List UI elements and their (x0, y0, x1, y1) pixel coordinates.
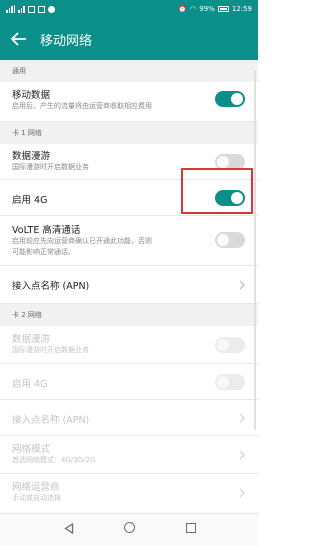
row-title: VoLTE 高清通话 (12, 225, 81, 236)
enable-4g-sim2-toggle[interactable] (215, 374, 245, 390)
nav-recent-apps-icon[interactable] (186, 523, 196, 533)
clock: 12:59 (231, 5, 252, 13)
row-mobile-data[interactable]: 移动数据 启用后，产生的流量将由运营商收取相应费用 (0, 82, 258, 122)
nav-home-icon[interactable] (124, 522, 135, 533)
scrollbar[interactable] (254, 70, 256, 430)
row-title: 网络运营商 (12, 482, 60, 493)
data-roaming-sim2-toggle[interactable] (215, 337, 245, 353)
arrow-left-icon (11, 32, 26, 46)
row-subtitle: 首选网络模式：4G/3G/2G (12, 456, 96, 464)
row-title: 接入点名称 (APN) (12, 415, 90, 426)
row-subtitle-line2: 可能影响正常通话。 (12, 248, 75, 256)
row-title: 数据漫游 (12, 151, 51, 162)
row-subtitle: 手动或自动选择 (12, 494, 61, 502)
row-enable-4g-sim2[interactable]: 启用 4G (0, 364, 258, 400)
navigation-bar (0, 513, 258, 546)
wifi-icon: ◠ (190, 5, 197, 13)
status-icons-left (6, 5, 55, 13)
section-header-sim1: 卡 1 网络 (0, 122, 258, 144)
highlight-box (181, 168, 253, 214)
image-notification-icon (27, 5, 35, 13)
row-title: 网络模式 (12, 444, 51, 455)
row-apn-sim1[interactable]: 接入点名称 (APN) (0, 266, 258, 304)
volte-toggle[interactable] (215, 232, 245, 248)
row-title: 移动数据 (12, 90, 51, 101)
signal-icon (6, 5, 15, 13)
page-title: 移动网络 (40, 34, 93, 49)
mobile-data-toggle[interactable] (215, 91, 245, 107)
chevron-right-icon (239, 488, 245, 498)
status-bar: ⏰ ◠ 99% 12:59 (0, 0, 258, 18)
battery-percent: 99% (199, 5, 215, 13)
row-network-operator[interactable]: 网络运营商 手动或自动选择 (0, 474, 258, 513)
signal-icon-2 (18, 5, 25, 13)
app-notification-icon (47, 5, 55, 13)
row-title: 启用 4G (12, 379, 48, 390)
battery-icon (217, 6, 229, 12)
chevron-right-icon (239, 450, 245, 460)
row-subtitle-line1: 启用前应先向运营商确认已开通此功能，否则 (12, 237, 152, 245)
row-title: 启用 4G (12, 195, 48, 206)
chevron-right-icon (239, 413, 245, 423)
row-volte[interactable]: VoLTE 高清通话 启用前应先向运营商确认已开通此功能，否则 可能影响正常通话… (0, 216, 258, 266)
back-button[interactable] (8, 28, 30, 50)
section-header-general: 通用 (0, 60, 258, 82)
row-apn-sim2[interactable]: 接入点名称 (APN) (0, 400, 258, 436)
nav-back-icon[interactable] (64, 523, 74, 534)
row-subtitle: 国际漫游时开启数据业务 (12, 346, 89, 354)
alarm-icon: ⏰ (178, 5, 188, 13)
status-icons-right: ⏰ ◠ 99% 12:59 (178, 5, 252, 13)
section-header-sim2: 卡 2 网络 (0, 304, 258, 326)
row-subtitle: 国际漫游时开启数据业务 (12, 163, 89, 171)
row-title: 接入点名称 (APN) (12, 281, 90, 292)
row-network-mode[interactable]: 网络模式 首选网络模式：4G/3G/2G (0, 436, 258, 474)
chevron-right-icon (239, 280, 245, 290)
gallery-notification-icon (37, 5, 45, 13)
row-subtitle: 启用后，产生的流量将由运营商收取相应费用 (12, 102, 152, 110)
app-bar: 移动网络 (0, 18, 258, 60)
row-data-roaming-sim2[interactable]: 数据漫游 国际漫游时开启数据业务 (0, 326, 258, 364)
row-title: 数据漫游 (12, 334, 51, 345)
